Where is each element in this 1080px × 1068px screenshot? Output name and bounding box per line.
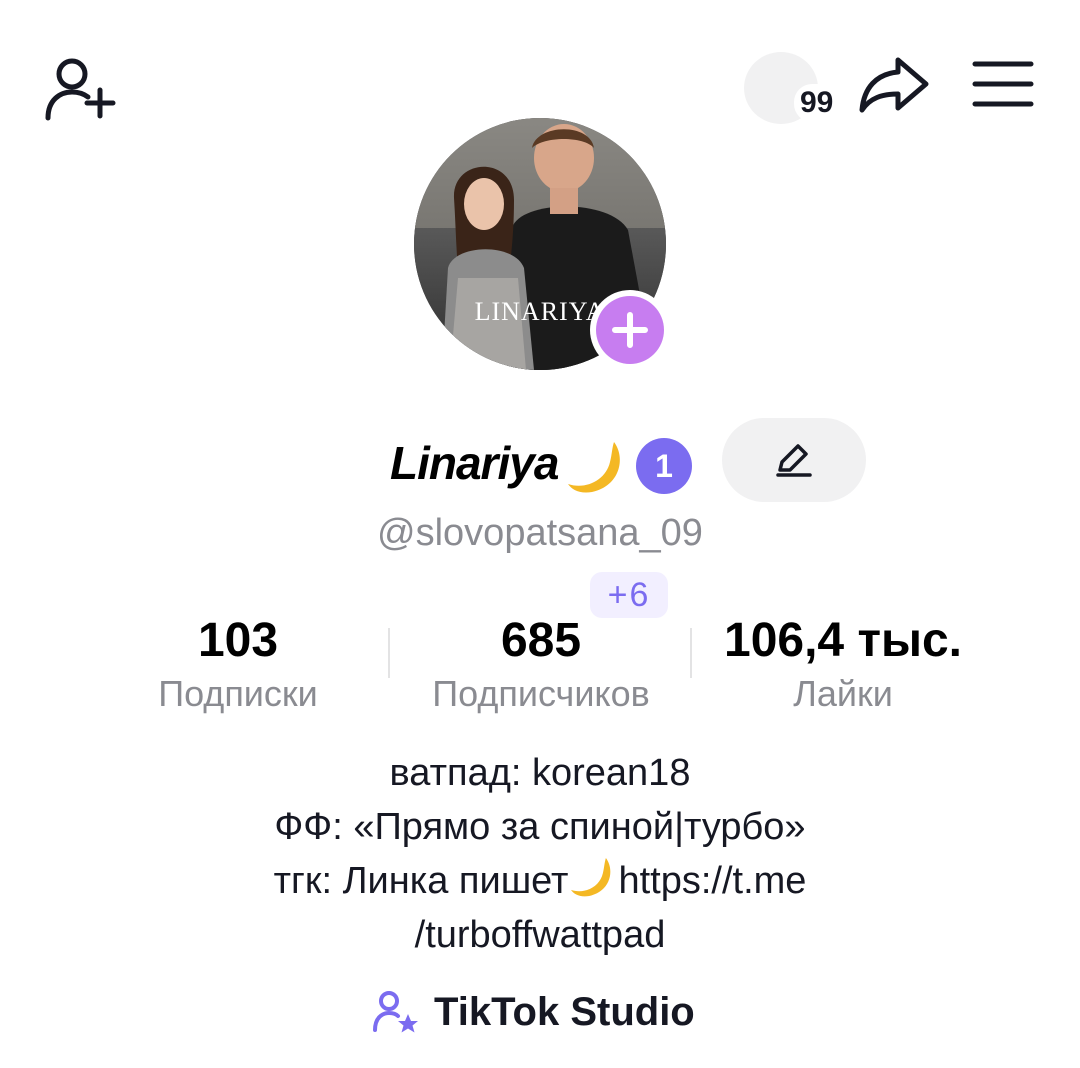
moon-icon <box>571 858 611 897</box>
tiktok-studio-label: TikTok Studio <box>434 989 695 1034</box>
bio-line: ватпад: korean18 <box>389 752 691 794</box>
following-stat[interactable]: 103 Подписки <box>130 612 346 716</box>
plus-icon <box>612 312 648 348</box>
creator-star-icon <box>373 991 418 1033</box>
edit-pencil-icon <box>776 444 812 477</box>
stat-divider <box>388 628 390 678</box>
add-friend-icon <box>45 58 116 121</box>
notifications-button[interactable]: 99 <box>744 52 844 124</box>
bio-link[interactable]: /turboffwattpad <box>0 908 1080 962</box>
edit-profile-button[interactable] <box>722 418 866 502</box>
tiktok-studio-link[interactable]: TikTok Studio <box>372 984 695 1040</box>
username: @slovopatsana_09 <box>377 512 703 554</box>
share-icon <box>859 57 929 113</box>
bio-line: тгк: Линка пишет https://t.me <box>0 854 1080 908</box>
display-name: Linariya <box>390 437 559 489</box>
likes-stat[interactable]: 106,4 тыс. Лайки <box>700 612 986 716</box>
menu-icon <box>972 61 1034 107</box>
likes-count: 106,4 тыс. <box>724 614 962 667</box>
bio-link[interactable]: https://t.me <box>618 860 806 902</box>
likes-label: Лайки <box>793 673 893 714</box>
moon-icon <box>568 442 620 493</box>
following-label: Подписки <box>158 673 318 714</box>
followers-label: Подписчиков <box>432 673 650 714</box>
notification-count: 99 <box>794 84 840 122</box>
bio-line: ФФ: «Прямо за спиной|турбо» <box>274 806 806 848</box>
menu-button[interactable] <box>968 52 1038 116</box>
avatar-watermark-text: LINARIYA <box>475 297 606 326</box>
followers-stat[interactable]: 685 Подписчиков <box>404 612 678 716</box>
add-friend-button[interactable] <box>40 52 120 124</box>
followers-count: 685 <box>500 614 582 667</box>
profile-bio: ватпад: korean18 ФФ: «Прямо за спиной|ту… <box>0 746 1080 962</box>
level-badge[interactable]: 1 <box>636 438 692 494</box>
stat-divider <box>690 628 692 678</box>
share-button[interactable] <box>856 52 932 116</box>
add-story-button[interactable] <box>590 290 670 370</box>
following-count: 103 <box>197 614 279 667</box>
profile-name-row: Linariya 1 <box>0 418 1080 504</box>
bio-text: тгк: Линка пишет <box>273 860 569 902</box>
